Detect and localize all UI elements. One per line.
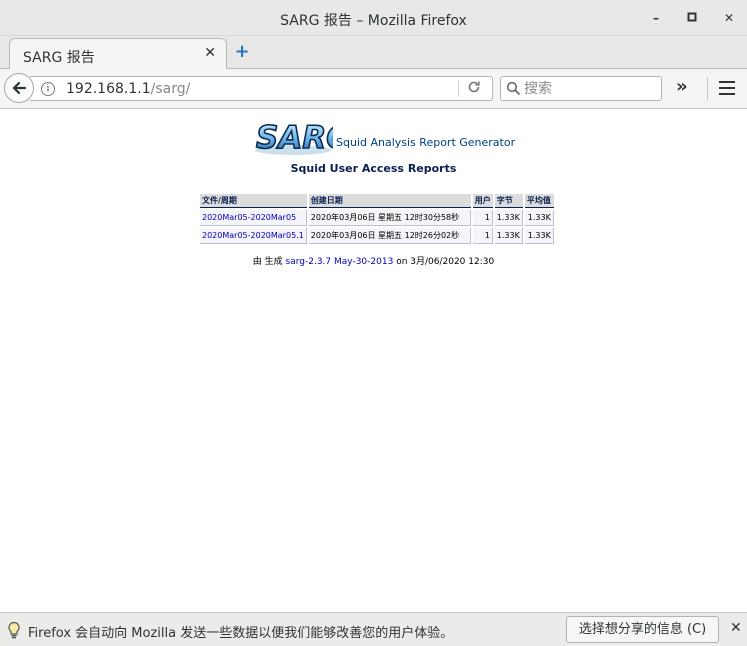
- divider: [458, 81, 459, 97]
- back-button[interactable]: [4, 73, 34, 103]
- info-icon[interactable]: i: [41, 82, 55, 96]
- sarg-version-link[interactable]: sarg-2.3.7 May-30-2013: [286, 257, 394, 267]
- url-path: /sarg/: [150, 81, 191, 97]
- back-arrow-icon: [12, 81, 27, 95]
- table-cell: 1.33K: [524, 210, 554, 226]
- generated-footer: 由 生成 sarg-2.3.7 May-30-2013 on 3月/06/202…: [0, 254, 747, 267]
- new-tab-button[interactable]: +: [233, 43, 251, 61]
- report-table: 文件/周期 创建日期 用户 字节 平均值 2020Mar05-2020Mar05…: [198, 192, 556, 246]
- column-header: 字节: [494, 194, 523, 208]
- generated-prefix: 由 生成: [252, 257, 283, 267]
- tab-close-icon[interactable]: ✕: [204, 45, 216, 61]
- table-cell: 1: [472, 210, 493, 226]
- maximize-icon: [687, 12, 697, 22]
- url-text[interactable]: 192.168.1.1/sarg/: [66, 81, 190, 97]
- reload-icon[interactable]: [467, 80, 481, 98]
- period-link[interactable]: 2020Mar05-2020Mar05: [200, 210, 307, 226]
- logo-caption: Squid Analysis Report Generator: [336, 136, 516, 149]
- table-cell: 1.33K: [494, 228, 523, 244]
- period-link[interactable]: 2020Mar05-2020Mar05.1: [200, 228, 307, 244]
- column-header: 创建日期: [308, 194, 471, 208]
- lightbulb-icon: [8, 621, 20, 639]
- table-cell: 1: [472, 228, 493, 244]
- search-icon: [506, 81, 521, 96]
- column-header: 文件/周期: [200, 194, 307, 208]
- window-title: SARG 报告 – Mozilla Firefox: [280, 13, 467, 29]
- report-title: Squid User Access Reports: [290, 162, 457, 175]
- tab-title: SARG 报告: [23, 50, 95, 66]
- column-header: 用户: [472, 194, 493, 208]
- search-box[interactable]: [500, 76, 662, 101]
- divider: [707, 77, 708, 101]
- maximize-button[interactable]: [682, 8, 702, 28]
- table-header-row: 文件/周期 创建日期 用户 字节 平均值: [200, 194, 554, 208]
- notification-message: Firefox 会自动向 Mozilla 发送一些数据以便我们能够改善您的用户体…: [28, 626, 454, 641]
- table-cell: 2020年03月06日 星期五 12时26分02秒: [308, 228, 471, 244]
- page-content: SARG Squid Analysis Report Generator Squ…: [0, 110, 747, 612]
- table-cell: 2020年03月06日 星期五 12时30分58秒: [308, 210, 471, 226]
- table-row: 2020Mar05-2020Mar05 2020年03月06日 星期五 12时3…: [200, 210, 554, 226]
- search-input[interactable]: [524, 79, 654, 98]
- close-notification-icon[interactable]: ✕: [730, 620, 742, 636]
- hamburger-menu-icon[interactable]: [719, 81, 735, 99]
- generated-suffix: on 3月/06/2020 12:30: [396, 257, 495, 267]
- close-window-button[interactable]: ✕: [719, 8, 739, 28]
- table-cell: 1.33K: [524, 228, 554, 244]
- data-reporting-notification: Firefox 会自动向 Mozilla 发送一些数据以便我们能够改善您的用户体…: [0, 612, 747, 646]
- svg-text:SARG: SARG: [256, 120, 333, 156]
- column-header: 平均值: [524, 194, 554, 208]
- minimize-button[interactable]: –: [646, 8, 666, 28]
- navigation-toolbar: i 192.168.1.1/sarg/ »: [0, 69, 747, 109]
- table-row: 2020Mar05-2020Mar05.1 2020年03月06日 星期五 12…: [200, 228, 554, 244]
- window-titlebar: SARG 报告 – Mozilla Firefox – ✕: [0, 0, 747, 36]
- url-bar[interactable]: i 192.168.1.1/sarg/: [30, 76, 493, 101]
- sarg-logo: SARG: [255, 119, 333, 157]
- tab-sarg-report[interactable]: SARG 报告 ✕: [9, 38, 227, 70]
- url-host: 192.168.1.1: [66, 81, 151, 97]
- table-cell: 1.33K: [494, 210, 523, 226]
- toolbar-overflow-button[interactable]: »: [676, 76, 688, 97]
- tab-strip: SARG 报告 ✕ +: [0, 36, 747, 70]
- choose-what-to-share-button[interactable]: 选择想分享的信息 (C): [566, 616, 719, 643]
